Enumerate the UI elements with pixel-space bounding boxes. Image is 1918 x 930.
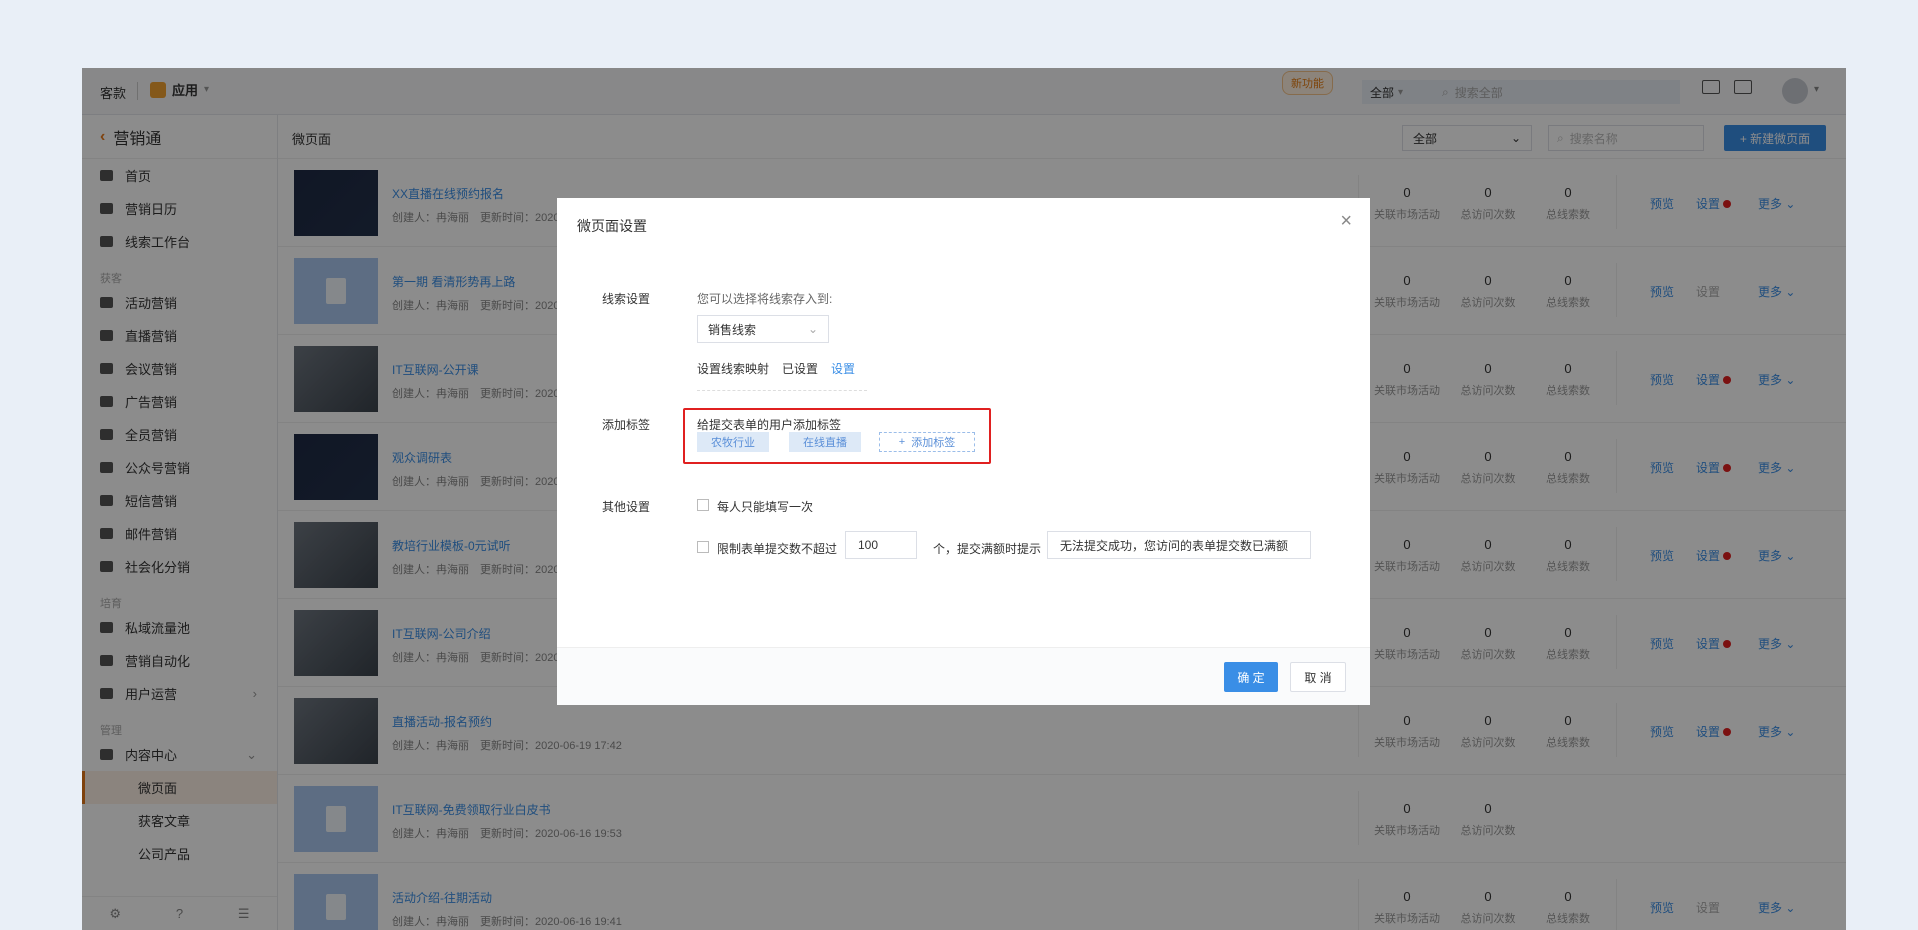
close-icon[interactable]: × (1340, 210, 1352, 233)
tag-hint: 给提交表单的用户添加标签 (697, 418, 842, 432)
mapping-settings-link[interactable]: 设置 (831, 360, 855, 377)
limit-count-input[interactable]: 100 (845, 531, 917, 559)
modal-footer: 确 定 取 消 (557, 647, 1370, 705)
mapping-label: 设置线索映射 (697, 362, 770, 376)
tag-chip[interactable]: 农牧行业 (697, 432, 769, 452)
once-per-user-checkbox[interactable] (697, 499, 709, 511)
lead-settings-label: 线索设置 (602, 292, 651, 306)
add-tag-label-text: 添加标签 (911, 437, 956, 449)
micro-page-settings-modal: 微页面设置 × 线索设置 您可以选择将线索存入到: 销售线索 ⌄ 设置线索映射 … (557, 198, 1370, 705)
limit-submissions-checkbox[interactable] (697, 541, 709, 553)
divider (697, 390, 867, 391)
chevron-down-icon: ⌄ (807, 322, 818, 336)
cancel-button[interactable]: 取 消 (1290, 662, 1346, 692)
other-settings-label: 其他设置 (602, 500, 651, 514)
lead-target-value: 销售线索 (708, 322, 757, 337)
lead-hint: 您可以选择将线索存入到: (697, 292, 833, 306)
mapping-status: 已设置 (782, 362, 819, 376)
confirm-button[interactable]: 确 定 (1224, 662, 1278, 692)
lead-target-select[interactable]: 销售线索 ⌄ (697, 315, 829, 343)
tag-chip[interactable]: 在线直播 (789, 432, 861, 452)
plus-icon: + (898, 436, 906, 448)
limit-suffix: 个，提交满额时提示 (933, 542, 1042, 556)
limit-submissions-label: 限制表单提交数不超过 (717, 542, 838, 556)
add-tag-label: 添加标签 (602, 418, 651, 432)
modal-title: 微页面设置 (577, 218, 647, 234)
once-per-user-label: 每人只能填写一次 (717, 500, 814, 514)
limit-message-input[interactable]: 无法提交成功，您访问的表单提交数已满额 (1047, 531, 1311, 559)
add-tag-button[interactable]: + 添加标签 (879, 432, 975, 452)
